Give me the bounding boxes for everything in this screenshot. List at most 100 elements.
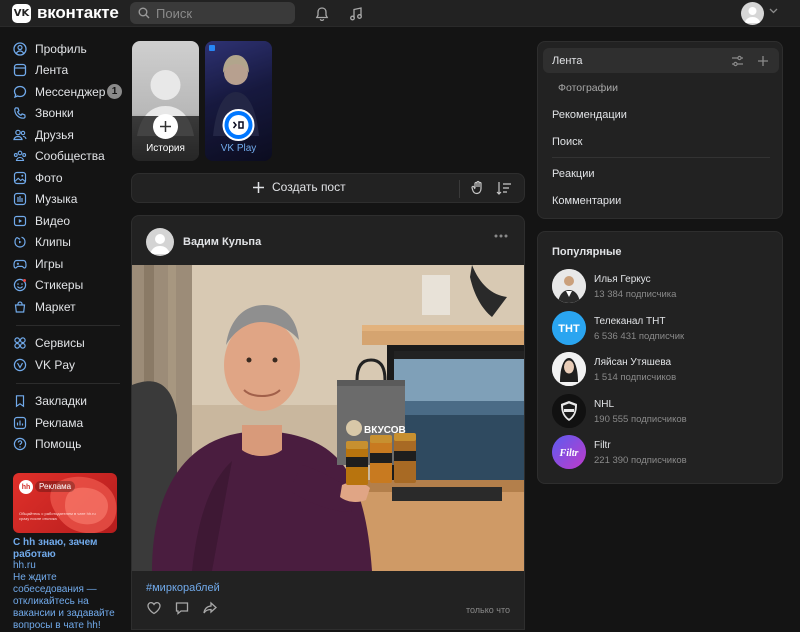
ads-icon: [12, 415, 27, 430]
feed-menu-item-feed[interactable]: Лента: [552, 55, 582, 67]
popular-subscribers: 221 390 подписчиков: [594, 455, 687, 466]
bell-icon: [315, 7, 329, 22]
post-author-name[interactable]: Вадим Кульпа: [183, 236, 261, 248]
filtr-logo-icon: Filtr: [552, 435, 586, 469]
more-options-icon[interactable]: [494, 234, 508, 238]
bookmarks-icon: [12, 394, 27, 409]
sidebar-item-messenger[interactable]: Мессенджер 1: [12, 81, 124, 103]
feed-icon: [12, 63, 27, 78]
post-author-avatar[interactable]: [146, 228, 174, 256]
popular-name: Телеканал ТНТ: [594, 316, 666, 327]
filtr-logo-text: Filtr: [559, 448, 579, 459]
communities-icon: [12, 149, 27, 164]
music-icon: [12, 192, 27, 207]
post-photo[interactable]: ВКУСОВ: [132, 265, 525, 571]
search-input[interactable]: [156, 5, 286, 21]
sidebar-item-calls[interactable]: Звонки: [12, 103, 124, 125]
ad-domain[interactable]: hh.ru: [13, 560, 36, 571]
sidebar-item-label: Закладки: [35, 394, 87, 409]
sidebar-item-ads[interactable]: Реклама: [12, 412, 124, 434]
sidebar-divider: [16, 382, 120, 384]
popular-item[interactable]: Filtr Filtr 221 390 подписчиков: [552, 435, 772, 471]
market-icon: [12, 299, 27, 314]
photo-icon: [12, 170, 27, 185]
vk-logo-icon: VK: [12, 3, 31, 23]
create-post-button[interactable]: Создать пост: [252, 180, 346, 194]
popular-item[interactable]: Ляйсан Утяшева 1 514 подписчиков: [552, 352, 772, 388]
popular-item[interactable]: ТНТ Телеканал ТНТ 6 536 431 подписчик: [552, 311, 772, 347]
popular-subscribers: 1 514 подписчиков: [594, 372, 677, 383]
friends-icon: [12, 127, 27, 142]
sidebar-item-stickers[interactable]: Стикеры: [12, 275, 124, 297]
add-feed-icon[interactable]: [757, 55, 769, 67]
games-icon: [12, 256, 27, 271]
story-vkplay[interactable]: VK Play: [205, 41, 272, 161]
share-icon[interactable]: [202, 600, 218, 616]
popular-avatar: [552, 352, 586, 386]
feed-menu-item-search[interactable]: Поиск: [552, 136, 582, 148]
sidebar-item-clips[interactable]: Клипы: [12, 232, 124, 254]
notifications-button[interactable]: [312, 4, 332, 24]
filter-settings-icon[interactable]: [731, 55, 744, 67]
ad-title[interactable]: С hh знаю, зачем работаю: [13, 537, 123, 561]
services-icon: [12, 336, 27, 351]
sidebar-item-communities[interactable]: Сообщества: [12, 146, 124, 168]
ad-description[interactable]: Не ждите собеседования — откликайтесь на…: [13, 572, 123, 632]
sidebar-item-label: Профиль: [35, 41, 87, 56]
sidebar-item-photo[interactable]: Фото: [12, 167, 124, 189]
sidebar-item-vkpay[interactable]: VK Pay: [12, 354, 124, 376]
sidebar-item-label: Маркет: [35, 299, 76, 314]
like-icon[interactable]: [146, 600, 162, 616]
popular-item[interactable]: Илья Геркус 13 384 подписчика: [552, 269, 772, 305]
popular-item[interactable]: NHL 190 555 подписчиков: [552, 394, 772, 430]
sidebar-item-feed[interactable]: Лента: [12, 60, 124, 82]
feed-menu-item-comments[interactable]: Комментарии: [552, 195, 621, 207]
sidebar-item-games[interactable]: Игры: [12, 253, 124, 275]
comment-icon[interactable]: [174, 600, 190, 616]
popular-avatar: Filtr: [552, 435, 586, 469]
left-sidebar: Профиль Лента Мессенджер 1 Звонки Друзья…: [12, 38, 124, 455]
feed-menu-item-recommendations[interactable]: Рекомендации: [552, 109, 627, 121]
sidebar-item-label: Лента: [35, 63, 69, 78]
ad-banner[interactable]: hh Реклама Общайтесь с работодателем в ч…: [13, 473, 117, 533]
feed-menu-item-photos[interactable]: Фотографии: [558, 82, 618, 94]
user-avatar[interactable]: [741, 2, 764, 25]
post-hashtag[interactable]: #миркораблей: [146, 582, 220, 594]
sidebar-item-label: Друзья: [35, 127, 74, 142]
avatar-placeholder-icon: [744, 7, 761, 23]
feed-menu-item-reactions[interactable]: Реакции: [552, 168, 595, 180]
sidebar-item-market[interactable]: Маркет: [12, 296, 124, 318]
sidebar-item-label: VK Pay: [35, 357, 76, 372]
ad-small-text: Общайтесь с работодателем в чате hh.ru с…: [19, 511, 96, 521]
popular-name: Filtr: [594, 440, 611, 451]
sidebar-item-video[interactable]: Видео: [12, 210, 124, 232]
add-story-button[interactable]: [153, 114, 178, 139]
help-icon: [12, 437, 27, 452]
sidebar-item-friends[interactable]: Друзья: [12, 124, 124, 146]
avatar-placeholder-icon: [150, 234, 170, 254]
sidebar-item-services[interactable]: Сервисы: [12, 333, 124, 355]
search-box[interactable]: [130, 2, 295, 24]
popular-subscribers: 190 555 подписчиков: [594, 414, 687, 425]
messenger-icon: [12, 84, 27, 99]
sidebar-item-profile[interactable]: Профиль: [12, 38, 124, 60]
hand-icon: [471, 180, 482, 195]
sidebar-item-bookmarks[interactable]: Закладки: [12, 391, 124, 413]
sidebar-item-music[interactable]: Музыка: [12, 189, 124, 211]
sidebar-item-help[interactable]: Помощь: [12, 434, 124, 456]
video-icon: [12, 213, 27, 228]
sidebar-item-label: Музыка: [35, 192, 78, 207]
popular-name: Илья Геркус: [594, 274, 651, 285]
hh-logo-icon: hh: [19, 480, 33, 494]
vk-logo[interactable]: VK вконтакте: [12, 3, 119, 23]
sidebar-item-label: Стикеры: [35, 278, 84, 293]
chevron-down-icon[interactable]: [769, 8, 778, 14]
music-button[interactable]: [346, 4, 366, 24]
story-create[interactable]: История: [132, 41, 199, 161]
sort-button[interactable]: [496, 180, 512, 199]
sidebar-item-label: Клипы: [35, 235, 71, 250]
music-icon: [350, 7, 362, 21]
reactions-filter-button[interactable]: [469, 180, 485, 199]
popular-card: Популярные Илья Геркус 13 384 подписчика…: [537, 231, 783, 484]
sidebar-item-label: Сервисы: [35, 336, 85, 351]
